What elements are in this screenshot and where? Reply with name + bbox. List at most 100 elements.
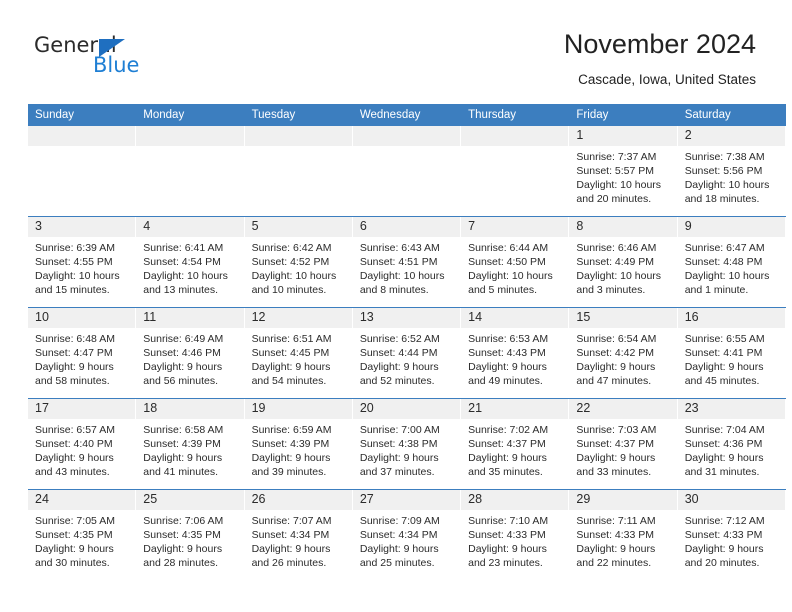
day-number: 1 [569, 126, 678, 146]
day-cell[interactable]: 14 Sunrise: 6:53 AM Sunset: 4:43 PM Dayl… [461, 307, 570, 399]
day-details [461, 146, 569, 150]
sunset-text: Sunset: 4:45 PM [251, 347, 330, 359]
day-cell[interactable]: 22 Sunrise: 7:03 AM Sunset: 4:37 PM Dayl… [569, 398, 678, 490]
day-details: Sunrise: 7:04 AM Sunset: 4:36 PM Dayligh… [678, 419, 786, 479]
daylight-text-line1: Daylight: 9 hours [35, 543, 114, 555]
day-cell[interactable]: 1 Sunrise: 7:37 AM Sunset: 5:57 PM Dayli… [569, 126, 678, 217]
daylight-text-line2: and 47 minutes. [576, 375, 652, 387]
day-cell[interactable]: 24 Sunrise: 7:05 AM Sunset: 4:35 PM Dayl… [28, 489, 137, 580]
daylight-text-line1: Daylight: 9 hours [251, 452, 331, 464]
day-number: 7 [461, 217, 570, 237]
day-details: Sunrise: 6:46 AM Sunset: 4:49 PM Dayligh… [569, 237, 677, 297]
day-number: 3 [28, 217, 137, 237]
daylight-text-line2: and 41 minutes. [143, 466, 218, 478]
day-cell[interactable]: 12 Sunrise: 6:51 AM Sunset: 4:45 PM Dayl… [244, 307, 353, 399]
day-number: 23 [677, 399, 786, 419]
day-cell[interactable] [136, 126, 245, 217]
day-cell[interactable]: 21 Sunrise: 7:02 AM Sunset: 4:37 PM Dayl… [461, 398, 570, 490]
day-number [352, 126, 462, 146]
brand-logo[interactable]: General Blue [34, 35, 164, 83]
day-details: Sunrise: 6:52 AM Sunset: 4:44 PM Dayligh… [353, 328, 461, 388]
day-cell[interactable]: 28 Sunrise: 7:10 AM Sunset: 4:33 PM Dayl… [461, 489, 570, 580]
day-details: Sunrise: 6:41 AM Sunset: 4:54 PM Dayligh… [136, 237, 244, 297]
sunset-text: Sunset: 4:38 PM [359, 438, 438, 450]
day-cell[interactable]: 15 Sunrise: 6:54 AM Sunset: 4:42 PM Dayl… [569, 307, 678, 399]
day-cell[interactable]: 16 Sunrise: 6:55 AM Sunset: 4:41 PM Dayl… [677, 307, 786, 399]
day-cell[interactable]: 4 Sunrise: 6:41 AM Sunset: 4:54 PM Dayli… [136, 216, 245, 308]
day-cell[interactable]: 6 Sunrise: 6:43 AM Sunset: 4:51 PM Dayli… [352, 216, 462, 308]
day-cell[interactable]: 5 Sunrise: 6:42 AM Sunset: 4:52 PM Dayli… [244, 216, 353, 308]
day-cell[interactable]: 10 Sunrise: 6:48 AM Sunset: 4:47 PM Dayl… [28, 307, 137, 399]
day-cell[interactable]: 7 Sunrise: 6:44 AM Sunset: 4:50 PM Dayli… [461, 216, 570, 308]
daylight-text-line2: and 22 minutes. [576, 557, 652, 569]
day-number: 19 [244, 399, 353, 419]
day-number: 29 [569, 490, 678, 510]
daylight-text-line2: and 43 minutes. [35, 466, 110, 478]
day-details: Sunrise: 7:05 AM Sunset: 4:35 PM Dayligh… [28, 510, 136, 570]
day-cell[interactable]: 25 Sunrise: 7:06 AM Sunset: 4:35 PM Dayl… [136, 489, 245, 580]
day-number: 26 [244, 490, 353, 510]
daylight-text-line1: Daylight: 10 hours [684, 270, 770, 282]
sunrise-text: Sunrise: 6:55 AM [684, 333, 765, 345]
day-cell[interactable]: 3 Sunrise: 6:39 AM Sunset: 4:55 PM Dayli… [28, 216, 137, 308]
daylight-text-line1: Daylight: 9 hours [143, 543, 223, 555]
day-cell[interactable]: 29 Sunrise: 7:11 AM Sunset: 4:33 PM Dayl… [569, 489, 678, 580]
sunset-text: Sunset: 4:33 PM [468, 529, 546, 541]
weekday-header-friday: Friday [569, 104, 678, 126]
day-cell[interactable]: 2 Sunrise: 7:38 AM Sunset: 5:56 PM Dayli… [677, 126, 786, 217]
day-cell[interactable]: 13 Sunrise: 6:52 AM Sunset: 4:44 PM Dayl… [352, 307, 462, 399]
daylight-text-line2: and 13 minutes. [143, 284, 218, 296]
day-cell[interactable]: 11 Sunrise: 6:49 AM Sunset: 4:46 PM Dayl… [136, 307, 245, 399]
day-cell[interactable]: 17 Sunrise: 6:57 AM Sunset: 4:40 PM Dayl… [28, 398, 137, 490]
day-cell[interactable]: 27 Sunrise: 7:09 AM Sunset: 4:34 PM Dayl… [352, 489, 462, 580]
day-cell[interactable]: 9 Sunrise: 6:47 AM Sunset: 4:48 PM Dayli… [677, 216, 786, 308]
title-block: November 2024 Cascade, Iowa, United Stat… [564, 29, 756, 86]
day-cell[interactable]: 8 Sunrise: 6:46 AM Sunset: 4:49 PM Dayli… [569, 216, 678, 308]
day-cell[interactable]: 19 Sunrise: 6:59 AM Sunset: 4:39 PM Dayl… [244, 398, 353, 490]
sunset-text: Sunset: 4:52 PM [251, 256, 330, 268]
daylight-text-line2: and 5 minutes. [468, 284, 538, 296]
sunset-text: Sunset: 4:48 PM [684, 256, 763, 268]
day-number: 8 [569, 217, 678, 237]
daylight-text-line1: Daylight: 10 hours [35, 270, 120, 282]
day-details: Sunrise: 7:12 AM Sunset: 4:33 PM Dayligh… [678, 510, 786, 570]
day-number: 20 [352, 399, 462, 419]
sunrise-text: Sunrise: 7:37 AM [576, 151, 657, 163]
sunset-text: Sunset: 4:44 PM [359, 347, 438, 359]
sunrise-text: Sunrise: 6:48 AM [35, 333, 115, 345]
day-details: Sunrise: 6:55 AM Sunset: 4:41 PM Dayligh… [678, 328, 786, 388]
day-cell[interactable] [461, 126, 570, 217]
calendar-table: Sunday Monday Tuesday Wednesday Thursday… [28, 104, 786, 580]
daylight-text-line1: Daylight: 10 hours [143, 270, 228, 282]
sunrise-text: Sunrise: 7:38 AM [684, 151, 765, 163]
day-cell[interactable] [28, 126, 137, 217]
week-row: 3 Sunrise: 6:39 AM Sunset: 4:55 PM Dayli… [28, 216, 786, 308]
day-cell[interactable]: 30 Sunrise: 7:12 AM Sunset: 4:33 PM Dayl… [677, 489, 786, 580]
sunrise-text: Sunrise: 7:03 AM [576, 424, 657, 436]
sunset-text: Sunset: 4:51 PM [359, 256, 438, 268]
day-number: 4 [136, 217, 245, 237]
sunrise-text: Sunrise: 6:44 AM [468, 242, 549, 254]
daylight-text-line1: Daylight: 9 hours [468, 361, 547, 373]
daylight-text-line1: Daylight: 10 hours [251, 270, 337, 282]
sunset-text: Sunset: 4:49 PM [576, 256, 655, 268]
page-header: General Blue November 2024 Cascade, Iowa… [0, 0, 792, 100]
day-cell[interactable] [352, 126, 462, 217]
sunset-text: Sunset: 5:57 PM [576, 165, 655, 177]
sunrise-text: Sunrise: 7:07 AM [251, 515, 332, 527]
day-details: Sunrise: 6:57 AM Sunset: 4:40 PM Dayligh… [28, 419, 136, 479]
day-number: 27 [352, 490, 462, 510]
day-cell[interactable] [244, 126, 353, 217]
day-cell[interactable]: 20 Sunrise: 7:00 AM Sunset: 4:38 PM Dayl… [352, 398, 462, 490]
day-cell[interactable]: 23 Sunrise: 7:04 AM Sunset: 4:36 PM Dayl… [677, 398, 786, 490]
sunset-text: Sunset: 4:36 PM [684, 438, 763, 450]
day-details: Sunrise: 7:09 AM Sunset: 4:34 PM Dayligh… [353, 510, 461, 570]
daylight-text-line1: Daylight: 9 hours [251, 361, 331, 373]
day-cell[interactable]: 18 Sunrise: 6:58 AM Sunset: 4:39 PM Dayl… [136, 398, 245, 490]
weekday-header-monday: Monday [136, 104, 245, 126]
daylight-text-line2: and 10 minutes. [251, 284, 327, 296]
day-cell[interactable]: 26 Sunrise: 7:07 AM Sunset: 4:34 PM Dayl… [244, 489, 353, 580]
day-number: 11 [136, 308, 245, 328]
day-number: 16 [677, 308, 786, 328]
day-details [28, 146, 136, 150]
